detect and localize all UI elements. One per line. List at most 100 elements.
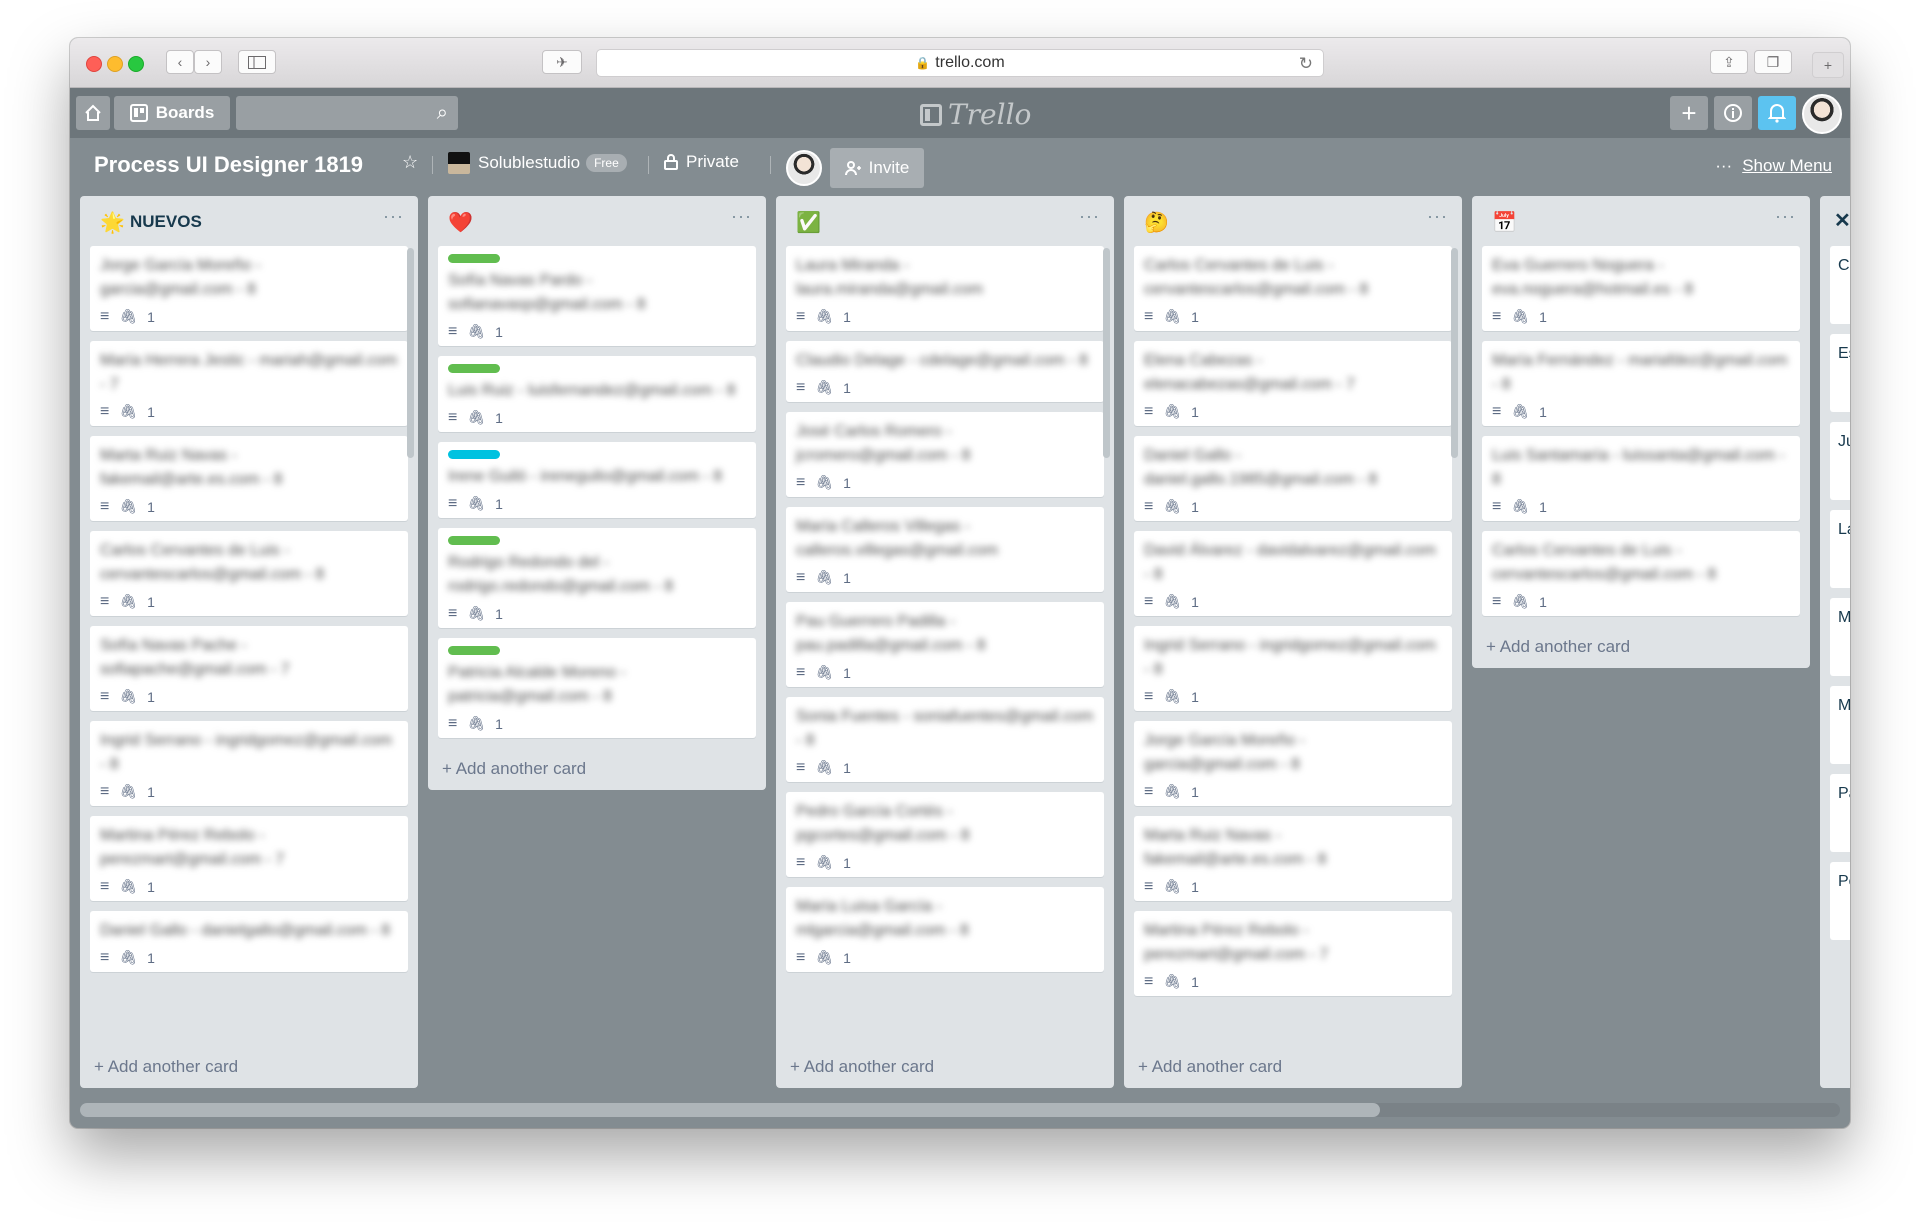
card[interactable]: Luis Ruiz - luisfernandez@gmail.com - 8 ≡… bbox=[438, 356, 756, 432]
horizontal-scrollbar[interactable] bbox=[80, 1103, 1840, 1117]
card-label[interactable] bbox=[448, 646, 500, 655]
card[interactable]: María Luisa García - mlgarcia@gmail.com … bbox=[786, 887, 1104, 972]
card[interactable]: Carlos Cervantes de Luis - cervantescarl… bbox=[1134, 246, 1452, 331]
card[interactable]: José Carlos Romero - jcromero@gmail.com … bbox=[786, 412, 1104, 497]
address-bar[interactable]: 🔒 trello.com ↻ bbox=[596, 49, 1324, 77]
invite-button[interactable]: Invite bbox=[830, 148, 924, 188]
list-name[interactable]: NUEVOS bbox=[130, 212, 202, 232]
list-scrollbar[interactable] bbox=[1103, 248, 1110, 458]
card[interactable]: Rodrigo Redondo del - rodrigo.redondo@gm… bbox=[438, 528, 756, 628]
home-button[interactable] bbox=[76, 96, 110, 130]
notifications-button[interactable] bbox=[1758, 96, 1796, 130]
card[interactable]: Sofía Navas Pache - sofiapache@gmail.com… bbox=[90, 626, 408, 711]
card[interactable]: Jorge García Moreño - garcia@gmail.com -… bbox=[1134, 721, 1452, 806]
list-scrollbar[interactable] bbox=[407, 248, 414, 458]
attachment-icon: 🖇 bbox=[467, 495, 486, 511]
trello-logo[interactable]: Trello bbox=[920, 98, 1031, 131]
add-card-button[interactable]: + Add another card bbox=[1124, 1046, 1462, 1088]
list-menu-icon[interactable]: ··· bbox=[383, 206, 404, 227]
list-menu-icon[interactable]: ··· bbox=[1775, 206, 1796, 227]
card[interactable]: Daniel Gallo - danielgallo@gmail.com - 8… bbox=[90, 911, 408, 972]
list-scrollbar[interactable] bbox=[1451, 248, 1458, 458]
card[interactable]: Pedro García Cortés - pgcortes@gmail.com… bbox=[786, 792, 1104, 877]
list-menu-icon[interactable]: ··· bbox=[1427, 206, 1448, 227]
visibility-button[interactable]: Private bbox=[664, 152, 739, 172]
add-card-button[interactable]: + Add another card bbox=[80, 1046, 418, 1088]
card-label[interactable] bbox=[448, 254, 500, 263]
list-header[interactable]: 🌟 NUEVOS ··· bbox=[80, 196, 418, 246]
card[interactable]: Martina Pérez Rebolo - perezmart@gmail.c… bbox=[1134, 911, 1452, 996]
card[interactable]: Marta Ruiz Navas - fakemail@arte.es.com … bbox=[90, 436, 408, 521]
description-icon: ≡ bbox=[1492, 402, 1502, 420]
card[interactable]: Ingrid Serrano - ingridgomez@gmail.com -… bbox=[90, 721, 408, 806]
card-badges: ≡ 🖇 1 bbox=[1492, 593, 1790, 610]
new-tab-button[interactable]: + bbox=[1812, 52, 1844, 78]
member-avatar[interactable] bbox=[786, 150, 822, 186]
card[interactable]: María Fernández - mariafdez@gmail.com - … bbox=[1482, 341, 1800, 426]
card[interactable]: Ju jcr bbox=[1830, 422, 1850, 500]
star-button[interactable]: ☆ bbox=[402, 152, 418, 173]
card[interactable]: Patricia Alcalde Moreno - patricia@gmail… bbox=[438, 638, 756, 738]
list-header[interactable]: 📅 ··· bbox=[1472, 196, 1810, 246]
reload-icon[interactable]: ↻ bbox=[1299, 54, 1313, 74]
forward-button[interactable]: › bbox=[194, 50, 222, 74]
description-icon: ≡ bbox=[1144, 307, 1154, 325]
card[interactable]: Ma ca bbox=[1830, 598, 1850, 676]
card[interactable]: La lau bbox=[1830, 510, 1850, 588]
card[interactable]: Pe bbox=[1830, 862, 1850, 940]
team-button[interactable]: Solublestudio Free bbox=[448, 152, 627, 174]
card[interactable]: María Herrera Jestic - mariah@gmail.com … bbox=[90, 341, 408, 426]
card[interactable]: Martina Pérez Rebolo - perezmart@gmail.c… bbox=[90, 816, 408, 901]
minimize-window-button[interactable] bbox=[107, 56, 123, 72]
board-title[interactable]: Process UI Designer 1819 bbox=[94, 152, 363, 178]
card[interactable]: Ca sis bbox=[1830, 246, 1850, 324]
card[interactable]: Carlos Cervantes de Luis - cervantescarl… bbox=[90, 531, 408, 616]
card[interactable]: Irene Guiló - ireneguilo@gmail.com - 8 ≡ 🖇… bbox=[438, 442, 756, 518]
share-button[interactable]: ⇪ bbox=[1710, 50, 1748, 74]
add-card-button[interactable]: + Add another card bbox=[776, 1046, 1114, 1088]
close-icon[interactable]: ✕ bbox=[1834, 208, 1850, 233]
card[interactable]: Marta Ruiz Navas - fakemail@arte.es.com … bbox=[1134, 816, 1452, 901]
card[interactable]: Laura Miranda - laura.miranda@gmail.com ≡… bbox=[786, 246, 1104, 331]
list-menu-icon[interactable]: ··· bbox=[731, 206, 752, 227]
tabs-overview-button[interactable]: ❐ bbox=[1754, 50, 1792, 74]
list-header[interactable]: ❤️ ··· bbox=[428, 196, 766, 246]
close-window-button[interactable] bbox=[86, 56, 102, 72]
list-menu-icon[interactable]: ··· bbox=[1079, 206, 1100, 227]
card-label[interactable] bbox=[448, 536, 500, 545]
add-card-button[interactable]: + Add another card bbox=[428, 748, 766, 790]
zoom-window-button[interactable] bbox=[128, 56, 144, 72]
card[interactable]: Eva Guerrero Noguera - eva.noguera@hotma… bbox=[1482, 246, 1800, 331]
list-header[interactable]: ✅ ··· bbox=[776, 196, 1114, 246]
list-header[interactable]: 🤔 ··· bbox=[1124, 196, 1462, 246]
user-avatar[interactable] bbox=[1802, 94, 1842, 134]
card[interactable]: Pa p.c bbox=[1830, 774, 1850, 852]
extension-button[interactable]: ✈ bbox=[542, 50, 582, 74]
card[interactable]: Jorge García Moreño - garcia@gmail.com -… bbox=[90, 246, 408, 331]
card[interactable]: Daniel Gallo - daniel.gallo.1985@gmail.c… bbox=[1134, 436, 1452, 521]
boards-button[interactable]: Boards bbox=[114, 96, 230, 130]
card[interactable]: Sofía Navas Pardo - sofianavasp@gmail.co… bbox=[438, 246, 756, 346]
card[interactable]: María Calleros Villegas - calleros.ville… bbox=[786, 507, 1104, 592]
card[interactable]: Ingrid Serrano - ingridgomez@gmail.com -… bbox=[1134, 626, 1452, 711]
add-card-button[interactable]: + Add another card bbox=[1472, 626, 1810, 668]
create-button[interactable]: + bbox=[1670, 96, 1708, 130]
card[interactable]: Es sa bbox=[1830, 334, 1850, 412]
sidebar-toggle-button[interactable] bbox=[238, 50, 276, 74]
show-menu-button[interactable]: ··· Show Menu bbox=[1715, 156, 1832, 176]
card[interactable]: Carlos Cervantes de Luis - cervantescarl… bbox=[1482, 531, 1800, 616]
attachment-icon: 🖇 bbox=[1511, 593, 1530, 609]
card[interactable]: Ma mj bbox=[1830, 686, 1850, 764]
search-input[interactable]: ⌕ bbox=[236, 96, 458, 130]
card-label[interactable] bbox=[448, 450, 500, 459]
info-button[interactable] bbox=[1714, 96, 1752, 130]
card[interactable]: Luis Santamaría - luissanta@gmail.com - … bbox=[1482, 436, 1800, 521]
card[interactable]: Elena Cabezas - elenacabezas@gmail.com -… bbox=[1134, 341, 1452, 426]
card[interactable]: David Álvarez - davidalvarez@gmail.com -… bbox=[1134, 531, 1452, 616]
card-label[interactable] bbox=[448, 364, 500, 373]
card[interactable]: Sonia Fuentes - soniafuentes@gmail.com -… bbox=[786, 697, 1104, 782]
card[interactable]: Pau Guerrero Padilla - pau.padilla@gmail… bbox=[786, 602, 1104, 687]
scrollbar-thumb[interactable] bbox=[80, 1103, 1380, 1117]
card[interactable]: Claudio Delage - cdelage@gmail.com - 8 ≡ 🖇… bbox=[786, 341, 1104, 402]
back-button[interactable]: ‹ bbox=[166, 50, 194, 74]
